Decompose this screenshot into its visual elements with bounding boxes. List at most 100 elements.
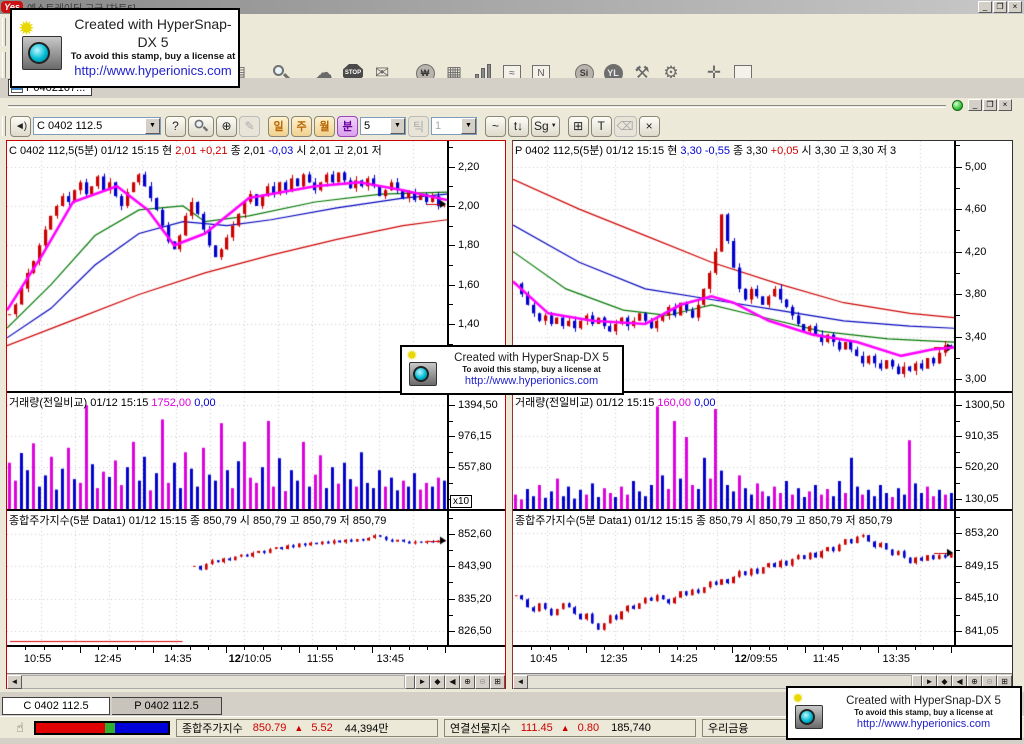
pencil-icon[interactable]: ✎	[239, 116, 260, 137]
zoom-out-icon[interactable]: ⊖	[475, 675, 490, 689]
signal-label: Sg	[534, 119, 549, 133]
status-futures-change: 0.80	[578, 722, 599, 734]
tab-call-option[interactable]: C 0402 112.5	[2, 697, 110, 715]
volume-pane-axis-label: 557,80	[458, 461, 492, 473]
index-pane-header: 종합주가지수(5분 Data1) 01/12 15:15 종 850,79 시 …	[9, 512, 386, 528]
tick-combo-value: 1	[432, 120, 461, 132]
put-option-panel[interactable]: P 0402 112,5(5분) 01/12 15:15 현 3,30 -0,5…	[512, 140, 1013, 689]
zoom-icon[interactable]	[188, 116, 214, 137]
symbol-combo-value: C 0402 112.5	[34, 120, 145, 132]
zoom-in-icon[interactable]: ⊕	[460, 675, 475, 689]
time-label: 12/10:05	[229, 653, 272, 665]
mdi-close-button[interactable]: ×	[998, 99, 1012, 111]
watermark-link[interactable]: http://www.hyperionics.com	[441, 375, 622, 389]
status-kospi-change: 5.52	[311, 722, 332, 734]
time-label: 12:35	[600, 653, 628, 665]
watermark-link[interactable]: http://www.hyperionics.com	[68, 63, 238, 79]
status-stock-label: 우리금융	[708, 720, 748, 736]
time-axis: 10:4512:3514:2512/09:5511:4513:35	[513, 646, 1012, 673]
volume-pane-axis-label: 1394,50	[458, 399, 498, 411]
announce-icon[interactable]: ◄)	[10, 116, 31, 137]
up-arrow-icon: ▲	[561, 723, 570, 733]
crosshair-icon[interactable]: ⊕	[216, 116, 237, 137]
price-pane-plot: C 0402 112,5(5분) 01/12 15:15 현 2,01 +0,2…	[7, 141, 447, 391]
period-day-button[interactable]: 일	[268, 116, 289, 137]
time-axis: 10:5512:4514:3512/10:0511:5513:45	[7, 646, 505, 673]
price-pane-axis-label: 2,00	[458, 200, 479, 212]
scroll-left-button[interactable]: ◄	[513, 675, 528, 689]
tick-combo[interactable]: 1 ▼	[431, 117, 477, 135]
chevron-down-icon: ▼	[551, 123, 557, 129]
status-kospi[interactable]: 종합주가지수 850.79 ▲ 5.52 44,394만	[176, 719, 438, 737]
index-pane: 종합주가지수(5분 Data1) 01/12 15:15 종 850,79 시 …	[7, 511, 505, 646]
minimize-button[interactable]: _	[978, 1, 992, 13]
chart-toolbar-grip[interactable]	[2, 116, 6, 136]
watermark-line2: To avoid this stamp, buy a license at	[827, 708, 1020, 718]
restore-button[interactable]: ❐	[993, 1, 1007, 13]
volume-pane: 거래량(전일비교) 01/12 15:15 160,00 0,001300,50…	[513, 393, 1012, 511]
watermark-line2: To avoid this stamp, buy a license at	[68, 51, 238, 63]
chevron-down-icon[interactable]: ▼	[461, 118, 476, 134]
time-label: 12:45	[94, 653, 122, 665]
camera-icon: ✹	[791, 693, 827, 733]
volume-pane-header: 거래량(전일비교) 01/12 15:15 160,00 0,00	[515, 394, 716, 410]
index-pane-axis: 853,20849,15845,10841,05	[954, 511, 1012, 645]
time-label: 11:45	[813, 653, 840, 665]
fit-icon[interactable]: ⊞	[490, 675, 505, 689]
volume-multiplier: x10	[450, 495, 472, 508]
scroll-left-button[interactable]: ◄	[7, 675, 22, 689]
price-pane-axis-label: 5,00	[965, 161, 986, 173]
gauge-advancers	[36, 723, 105, 733]
scroll-thumb[interactable]	[405, 675, 415, 689]
help-button[interactable]: ?	[165, 116, 186, 137]
period-minute-button[interactable]: 분	[337, 116, 358, 137]
splitter-groove[interactable]	[8, 105, 946, 108]
chevron-down-icon[interactable]: ▼	[145, 118, 160, 134]
eraser-icon[interactable]: ⌫	[614, 116, 637, 137]
camera-icon: ✹	[405, 350, 441, 390]
sort-icon[interactable]: t↓	[508, 116, 529, 137]
close-button[interactable]: ×	[1008, 1, 1022, 13]
hand-icon[interactable]: ☝	[12, 720, 28, 736]
expand-bars-icon[interactable]: ◆	[430, 675, 445, 689]
toolbar-grip[interactable]	[2, 18, 6, 46]
price-pane-axis-label: 2,20	[458, 161, 479, 173]
line-style-icon[interactable]: ~	[485, 116, 506, 137]
scroll-right-button[interactable]: ►	[415, 675, 430, 689]
tick-button[interactable]: 틱	[408, 116, 429, 137]
mdi-restore-button[interactable]: ❐	[983, 99, 997, 111]
mdi-minimize-button[interactable]: _	[968, 99, 982, 111]
chart-window: _ ❐ × ◄) C 0402 112.5 ▼ ? ⊕ ✎ 일 주 월 분 5	[0, 98, 1024, 692]
text-tool-button[interactable]: T	[591, 116, 612, 137]
period-week-button[interactable]: 주	[291, 116, 312, 137]
symbol-combo[interactable]: C 0402 112.5 ▼	[33, 117, 161, 135]
period-month-button[interactable]: 월	[314, 116, 335, 137]
gauge-decliners	[115, 723, 168, 733]
minute-combo-value: 5	[361, 120, 390, 132]
chart-close-button[interactable]: ×	[639, 116, 660, 137]
camera-icon: ✹	[16, 18, 68, 78]
scroll-track[interactable]	[22, 675, 405, 689]
watermark-link[interactable]: http://www.hyperionics.com	[827, 718, 1020, 732]
compress-bars-icon[interactable]: ◀	[445, 675, 460, 689]
grid-layout-icon[interactable]: ⊞	[568, 116, 589, 137]
index-pane-axis: 852,60843,90835,20826,50	[447, 511, 505, 645]
call-option-panel[interactable]: C 0402 112,5(5분) 01/12 15:15 현 2,01 +0,2…	[6, 140, 506, 689]
volume-pane: 거래량(전일비교) 01/12 15:15 1752,00 0,00 1394,5…	[7, 393, 505, 511]
status-futures[interactable]: 연결선물지수 111.45 ▲ 0.80 185,740	[444, 719, 696, 737]
minute-combo[interactable]: 5 ▼	[360, 117, 406, 135]
price-pane-axis-label: 1,40	[458, 318, 479, 330]
watermark-line1: Created with HyperSnap-DX 5	[441, 351, 622, 365]
chevron-down-icon[interactable]: ▼	[390, 118, 405, 134]
time-label: 12/09:55	[735, 653, 778, 665]
index-pane-plot: 종합주가지수(5분 Data1) 01/12 15:15 종 850,79 시 …	[513, 511, 954, 645]
signal-button[interactable]: Sg ▼	[531, 116, 560, 137]
volume-pane-header: 거래량(전일비교) 01/12 15:15 1752,00 0,00	[9, 394, 216, 410]
index-pane-axis-label: 852,60	[458, 528, 492, 540]
price-pane-axis-label: 1,60	[458, 279, 479, 291]
tab-put-option[interactable]: P 0402 112.5	[112, 697, 222, 715]
time-label: 13:45	[376, 653, 404, 665]
index-pane-axis-label: 849,15	[965, 560, 999, 572]
index-pane-axis-label: 843,90	[458, 560, 492, 572]
watermark-line1: Created with HyperSnap-DX 5	[68, 16, 238, 51]
